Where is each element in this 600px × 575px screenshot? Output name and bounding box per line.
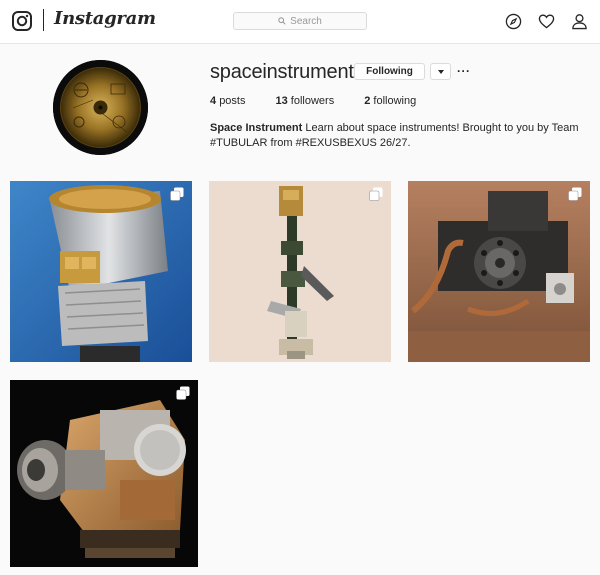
avatar[interactable] (53, 60, 148, 155)
heart-icon[interactable] (538, 13, 555, 30)
instrument-photo-1 (10, 181, 192, 362)
post-thumbnail[interactable] (408, 181, 590, 362)
instrument-photo-4 (10, 380, 198, 567)
profile-bio: Space Instrument Learn about space instr… (210, 121, 580, 151)
profile-stats: 4 posts 13 followers 2 following (210, 95, 446, 107)
followers-link[interactable]: 13 followers (275, 95, 334, 107)
following-link[interactable]: 2 following (364, 95, 416, 107)
bio-full-name: Space Instrument (210, 122, 303, 134)
compass-icon[interactable] (505, 13, 522, 30)
search-placeholder: Search (290, 15, 322, 27)
instrument-photo-2 (209, 181, 391, 362)
profile-username: spaceinstrument (210, 61, 354, 83)
caret-down-icon (437, 69, 444, 74)
multiple-images-icon (369, 187, 383, 201)
post-thumbnail[interactable] (209, 181, 391, 362)
multiple-images-icon (176, 386, 190, 400)
more-options-button[interactable]: ··· (457, 64, 471, 78)
instagram-wordmark[interactable]: Instagram (54, 8, 156, 29)
top-navbar: Instagram Search (0, 0, 600, 44)
instagram-glyph-icon[interactable] (12, 11, 32, 31)
search-icon (278, 17, 286, 25)
search-input[interactable]: Search (233, 12, 367, 30)
multiple-images-icon (170, 187, 184, 201)
instrument-photo-3 (408, 181, 590, 362)
suggestions-dropdown-button[interactable] (430, 63, 451, 80)
post-thumbnail[interactable] (10, 380, 198, 567)
profile-icon[interactable] (571, 13, 588, 30)
post-thumbnail[interactable] (10, 181, 192, 362)
logo-divider (43, 9, 44, 31)
following-button[interactable]: Following (354, 63, 425, 80)
multiple-images-icon (568, 187, 582, 201)
golden-record-image (53, 60, 148, 155)
posts-count: 4 posts (210, 95, 246, 107)
